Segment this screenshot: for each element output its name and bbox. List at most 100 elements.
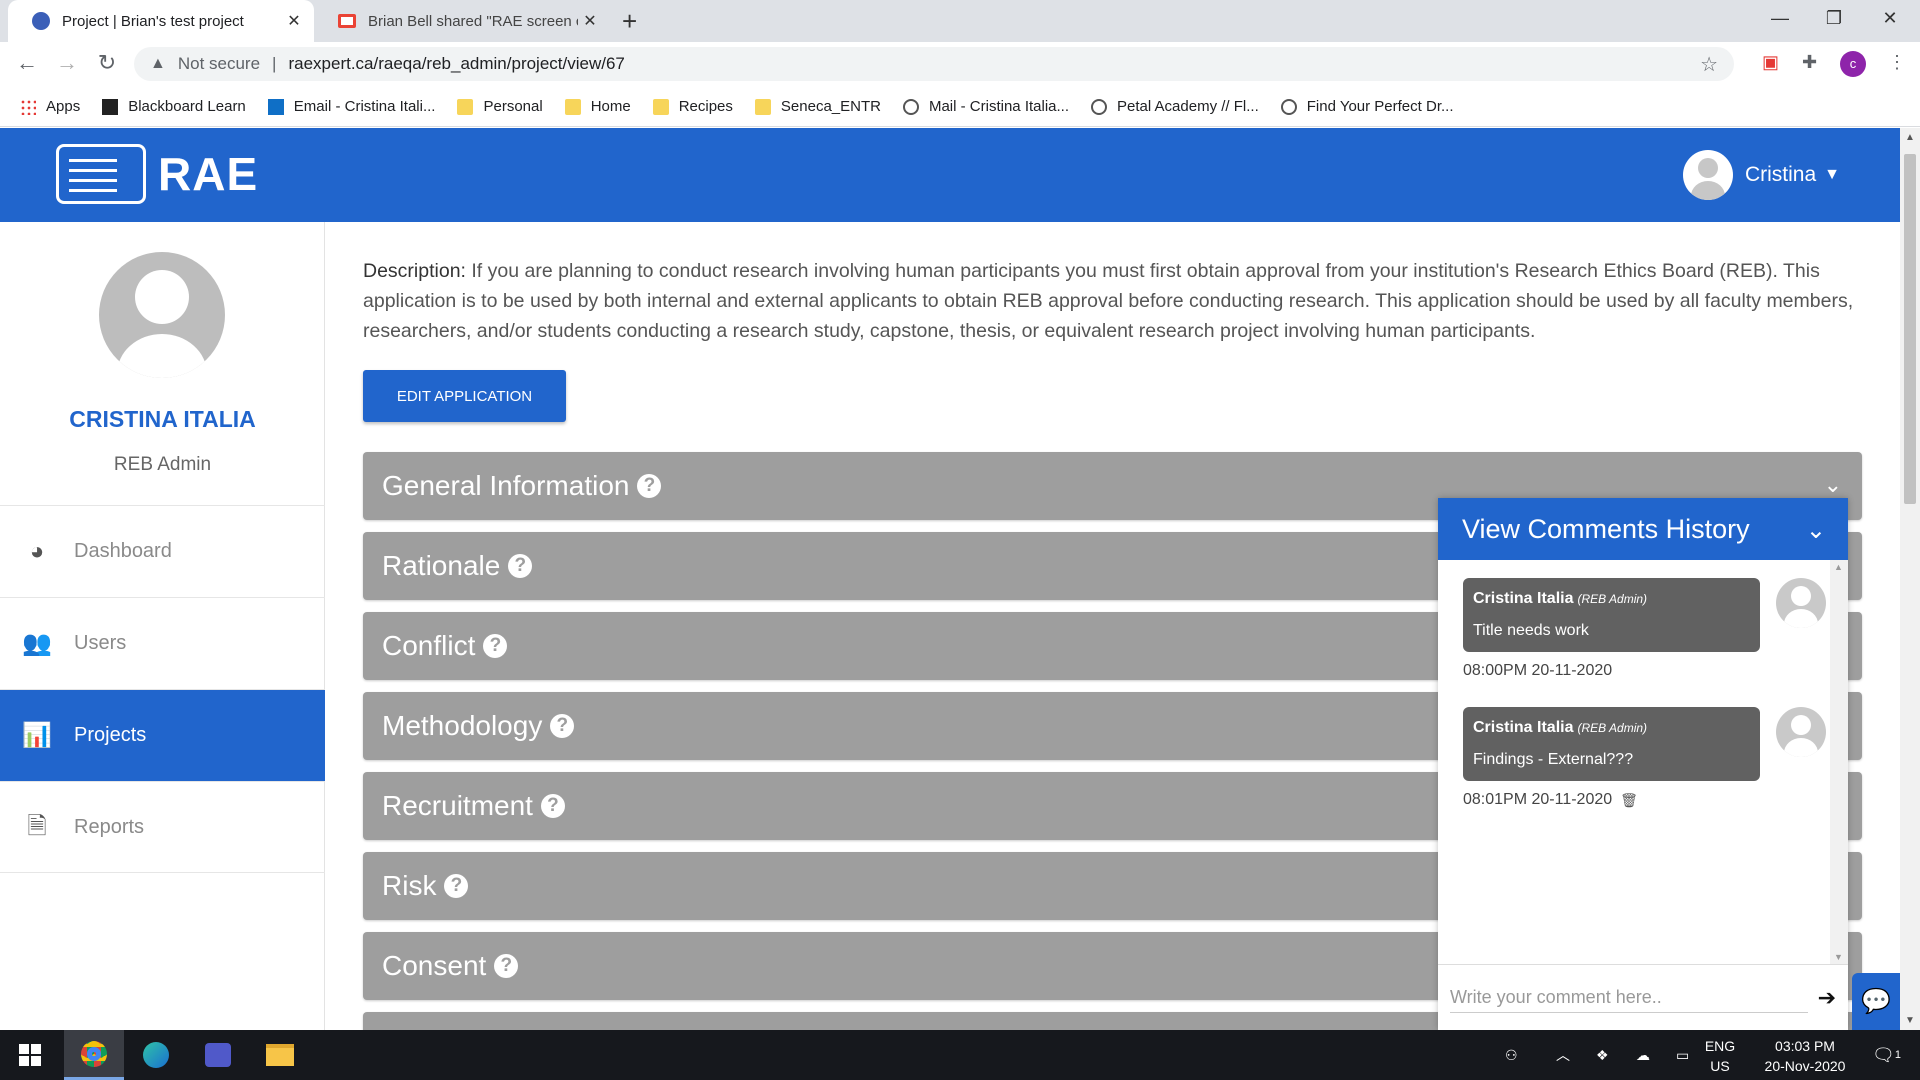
document-icon: 🗎 [27,813,47,840]
scrollbar-thumb[interactable] [1904,154,1916,504]
page-scrollbar[interactable]: ▲ ▼ [1900,128,1920,1030]
language-indicator[interactable]: ENG US [1700,1036,1740,1076]
comment-role: (REB Admin) [1577,721,1648,735]
address-bar[interactable]: ▲ Not secure | raexpert.ca/raeqa/reb_adm… [134,47,1734,81]
bookmark-email[interactable]: Email - Cristina Itali... [267,98,435,115]
bookmark-label: Home [590,98,631,115]
forward-button[interactable]: → [52,50,82,76]
people-icon[interactable]: ⚇ [1505,1030,1518,1080]
profile-avatar[interactable]: c [1840,51,1866,77]
help-icon[interactable]: ? [637,474,662,498]
profile-role: REB Admin [113,454,212,475]
help-icon[interactable]: ? [444,874,469,898]
bookmark-star-icon[interactable]: ☆ [1700,52,1718,77]
extensions-puzzle-icon[interactable]: ✚ [1802,52,1817,73]
tab-title: Project | Brian's test project [62,12,244,30]
browser-tab-bar: Project | Brian's test project ✕ Brian B… [0,0,1920,42]
browser-menu-icon[interactable]: ⋮ [1888,52,1906,73]
bookmark-recipes[interactable]: Recipes [652,98,733,115]
bookmark-apps[interactable]: Apps [20,98,80,115]
close-tab-icon[interactable]: ✕ [578,11,602,31]
comments-header[interactable]: View Comments History ⌄ [1438,498,1848,560]
sidebar-item-users[interactable]: 👥 Users [0,597,325,689]
url-text[interactable]: raexpert.ca/raeqa/reb_admin/project/view… [288,54,624,74]
maximize-button[interactable]: ❐ [1804,8,1864,29]
user-menu[interactable]: Cristina ▼ [1682,150,1840,200]
taskbar-file-explorer[interactable] [250,1030,310,1080]
bookmark-mail[interactable]: Mail - Cristina Italia... [902,98,1069,115]
new-tab-button[interactable]: + [622,8,637,34]
minimize-button[interactable]: — [1750,8,1810,29]
help-icon[interactable]: ? [508,554,533,578]
sidebar-item-dashboard[interactable]: ◕ Dashboard [0,505,325,597]
comment-input[interactable] [1450,982,1808,1013]
close-tab-icon[interactable]: ✕ [282,11,306,31]
comment-timestamp: 08:01PM 20-11-2020 [1463,791,1613,808]
address-separator: | [272,54,277,73]
section-title: Recruitment [382,790,533,821]
comment-avatar [1776,707,1826,757]
windows-taskbar: ⚇ ︿ ❖ ☁ ▭ ENG US 03:03 PM 20-Nov-2020 🗨 1 [0,1030,1920,1080]
system-clock[interactable]: 03:03 PM 20-Nov-2020 [1750,1036,1860,1076]
send-arrow-icon[interactable]: ➔ [1818,985,1836,1011]
section-title: Risk [382,870,437,901]
scroll-down-icon[interactable]: ▼ [1905,1015,1915,1026]
comment-bubble: Cristina Italia (REB Admin) Findings - Ex… [1463,707,1760,781]
chevron-down-icon[interactable]: ⌄ [1806,516,1826,545]
comment-author: Cristina Italia [1473,590,1574,607]
back-button[interactable]: ← [12,50,42,76]
comments-scrollbar[interactable] [1830,560,1848,964]
region-code: US [1710,1058,1730,1074]
chrome-icon [81,1040,107,1067]
gmail-icon [338,14,356,28]
battery-icon[interactable]: ▭ [1676,1030,1689,1080]
section-title: General Information [382,470,630,501]
taskbar-edge[interactable] [126,1030,186,1080]
bookmark-label: Personal [483,98,543,115]
users-icon: 👥 [22,629,52,657]
tab-gmail[interactable]: Brian Bell shared "RAE screen cap ✕ [314,0,610,42]
sidebar-nav: ◕ Dashboard 👥 Users 📊 Projects 🗎 Reports [0,505,325,873]
rae-logo[interactable]: RAE [56,144,258,204]
tab-project[interactable]: Project | Brian's test project ✕ [8,0,314,42]
bookmark-seneca[interactable]: Seneca_ENTR [754,98,881,115]
dropbox-icon[interactable]: ❖ [1596,1030,1609,1080]
close-window-button[interactable]: ✕ [1860,8,1920,29]
comment-item: Cristina Italia (REB Admin) Title needs w… [1463,578,1760,680]
help-icon[interactable]: ? [550,714,575,738]
notifications-button[interactable]: 🗨 1 [1872,1030,1901,1080]
windows-start-button[interactable] [0,1030,60,1080]
help-icon[interactable]: ? [494,954,519,978]
pocket-extension-icon[interactable]: ▣ [1762,52,1779,73]
help-icon[interactable]: ? [483,634,508,658]
trash-icon[interactable]: 🗑 [1620,792,1638,809]
taskbar-teams[interactable] [188,1030,248,1080]
taskbar-chrome[interactable] [64,1030,124,1080]
bookmark-label: Apps [46,98,81,115]
security-status[interactable]: Not secure [178,54,260,74]
section-title: Methodology [382,710,543,741]
bookmark-label: Blackboard Learn [128,98,246,115]
bookmark-blackboard[interactable]: Blackboard Learn [102,98,246,115]
clock-date: 20-Nov-2020 [1764,1058,1846,1074]
warning-triangle-icon[interactable]: ▲ [150,55,166,73]
circuit-logo-icon [56,144,146,204]
comment-text: Findings - External??? [1473,751,1634,768]
chevron-up-icon[interactable]: ︿ [1556,1030,1570,1080]
description-label: Description: [363,260,466,282]
bookmark-personal[interactable]: Personal [457,98,543,115]
bookmark-find[interactable]: Find Your Perfect Dr... [1280,98,1454,115]
scroll-up-icon[interactable]: ▲ [1905,132,1915,143]
reload-button[interactable]: ↻ [92,50,122,76]
outlook-icon [267,98,284,115]
bookmark-petal[interactable]: Petal Academy // Fl... [1091,98,1259,115]
sidebar-item-projects[interactable]: 📊 Projects [0,689,325,781]
cloud-off-icon[interactable]: ☁ [1636,1030,1650,1080]
chevron-down-icon[interactable]: ⌄ [1824,472,1842,498]
edit-application-button[interactable]: EDIT APPLICATION [363,370,566,422]
sidebar-item-reports[interactable]: 🗎 Reports [0,781,325,873]
section-title: Rationale [382,550,501,581]
chat-toggle-button[interactable]: 💬 [1852,973,1900,1030]
help-icon[interactable]: ? [540,794,565,818]
bookmark-home[interactable]: Home [564,98,631,115]
